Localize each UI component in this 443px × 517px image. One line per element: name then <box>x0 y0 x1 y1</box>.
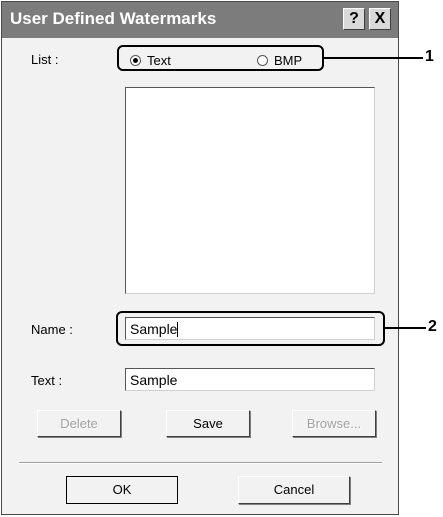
callout-leader-1 <box>324 57 423 59</box>
close-icon: X <box>374 10 386 27</box>
dialog-title: User Defined Watermarks <box>10 9 217 28</box>
text-input-value: Sample <box>130 372 178 388</box>
text-label: Text : <box>31 373 63 388</box>
watermark-list[interactable] <box>125 87 375 294</box>
watermark-dialog: User Defined Watermarks ? X List : Text … <box>1 1 399 515</box>
ok-button[interactable]: OK <box>66 476 178 504</box>
name-label: Name : <box>31 322 73 337</box>
callout-leader-2 <box>385 327 426 329</box>
close-button[interactable]: X <box>369 8 391 30</box>
text-input[interactable]: Sample <box>125 368 375 391</box>
callout-number-2: 2 <box>428 318 437 335</box>
title-bar[interactable]: User Defined Watermarks ? X <box>2 2 398 38</box>
callout-box-2 <box>116 311 385 346</box>
separator <box>19 462 382 464</box>
cancel-button[interactable]: Cancel <box>238 476 350 504</box>
browse-button[interactable]: Browse... <box>292 410 376 437</box>
callout-box-1 <box>117 45 324 71</box>
delete-button[interactable]: Delete <box>37 410 121 437</box>
help-icon: ? <box>349 10 359 27</box>
help-button[interactable]: ? <box>343 8 365 30</box>
list-label: List : <box>31 52 59 67</box>
save-button[interactable]: Save <box>166 410 250 437</box>
callout-number-1: 1 <box>425 48 434 65</box>
